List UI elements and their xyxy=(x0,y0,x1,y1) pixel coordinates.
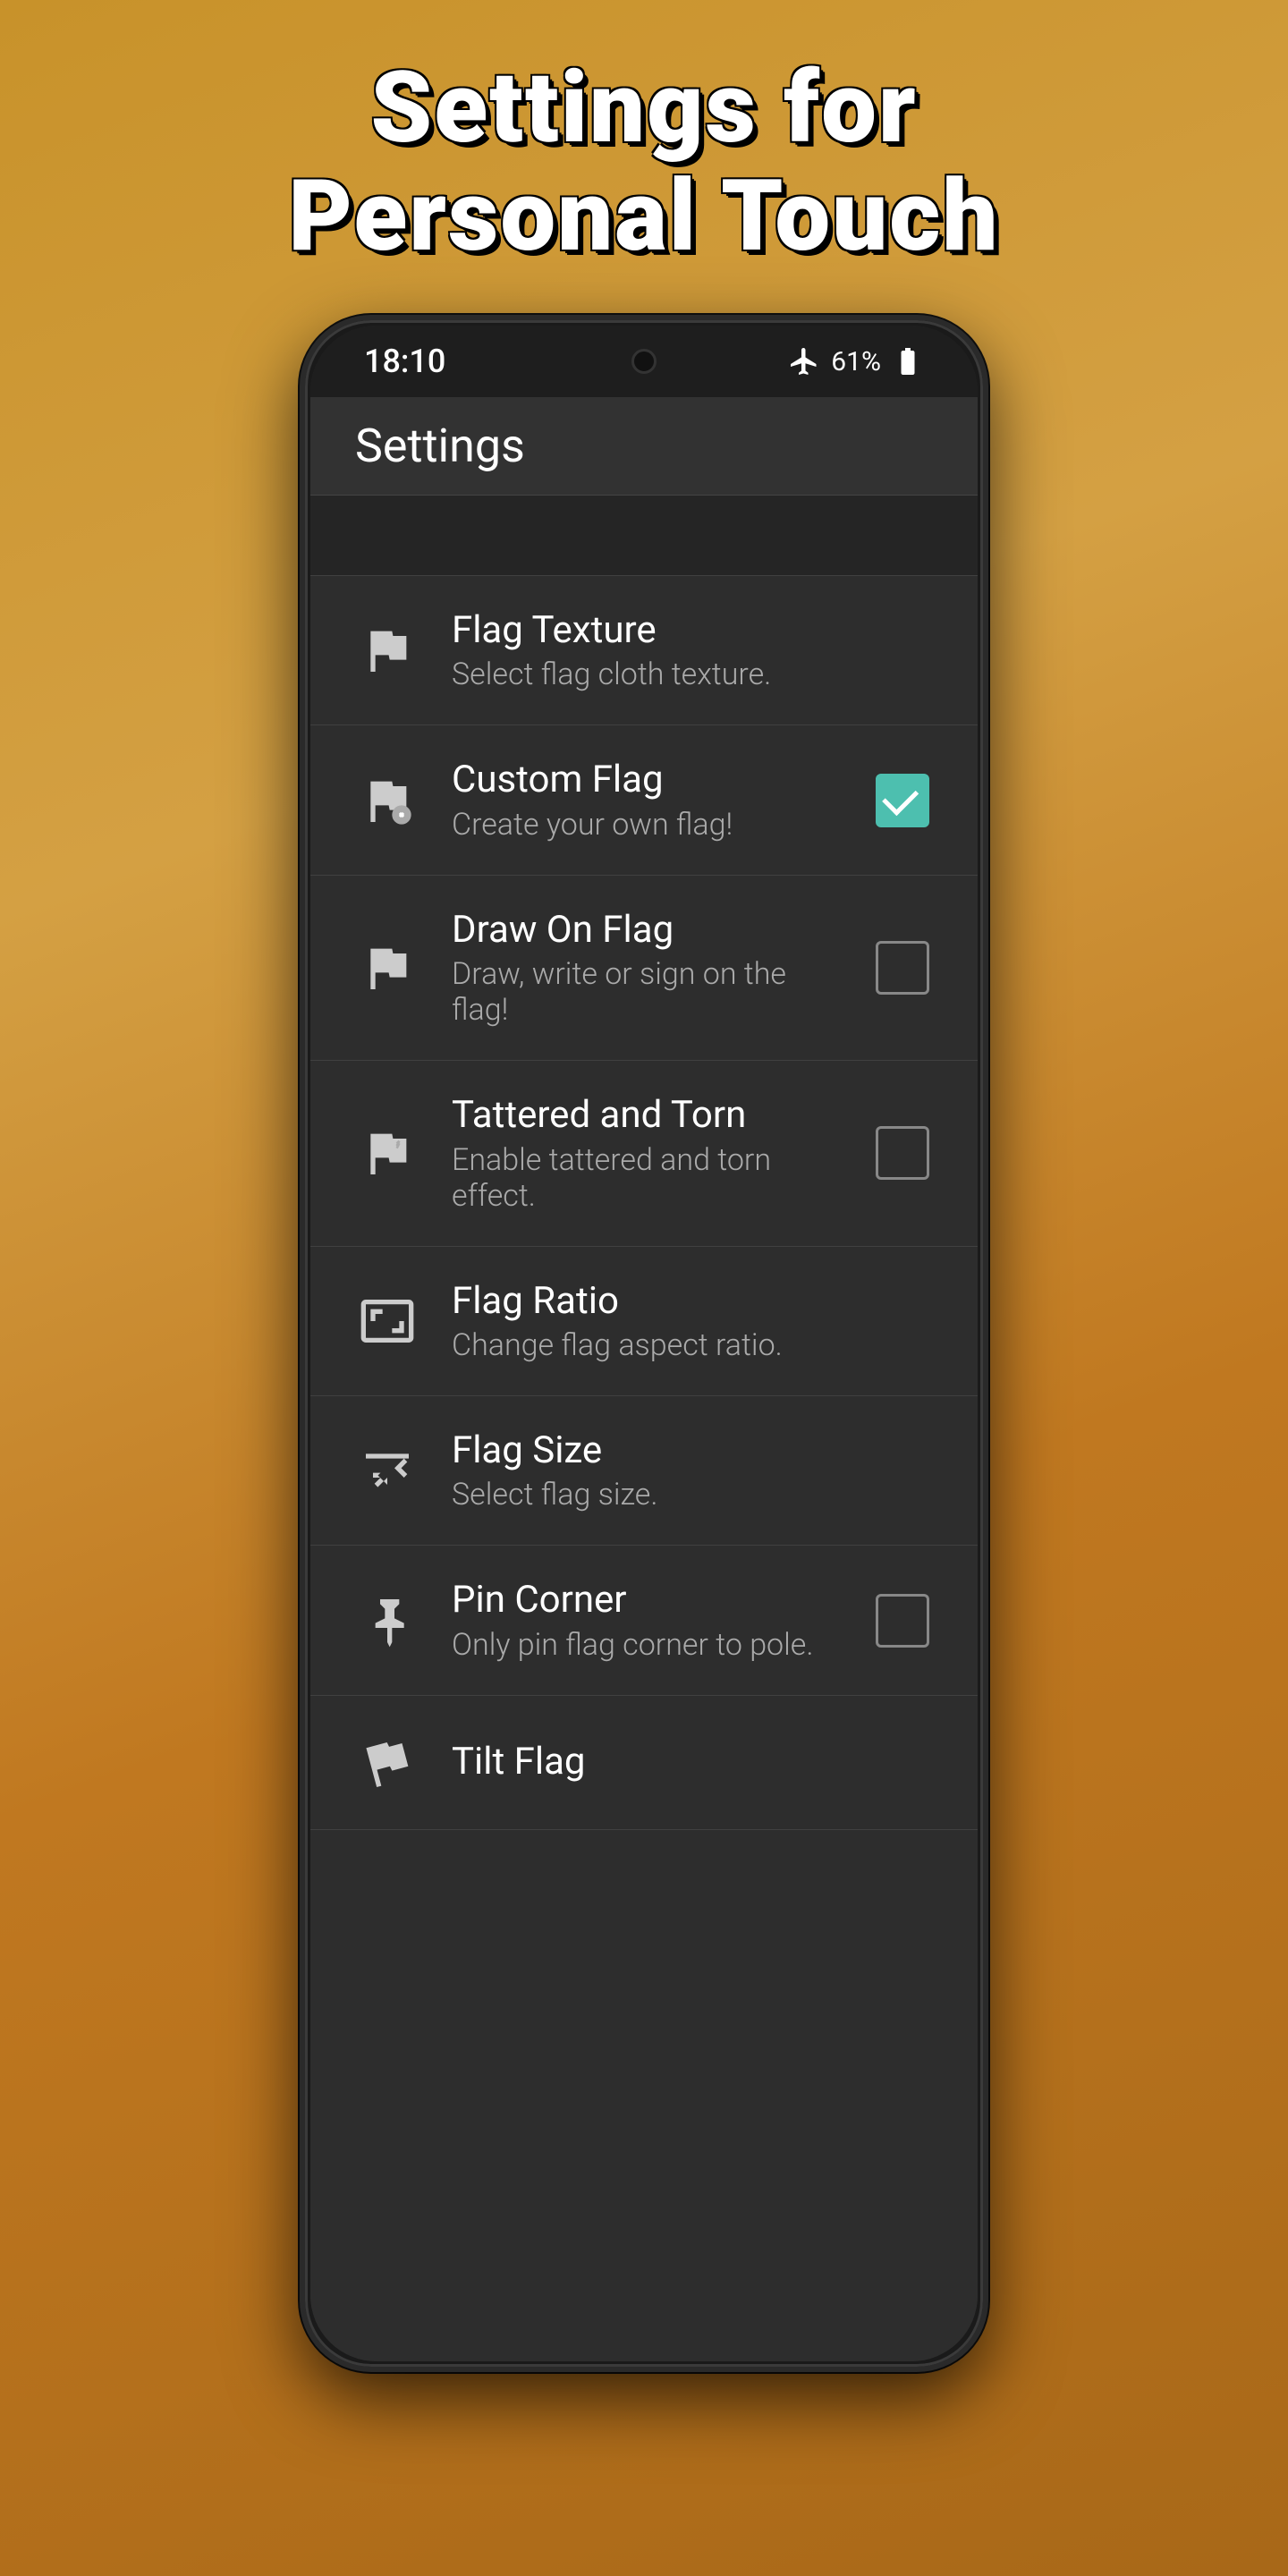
tilt-flag-text: Tilt Flag xyxy=(452,1740,933,1784)
settings-item-flag-size[interactable]: Flag Size Select flag size. xyxy=(310,1396,978,1546)
draw-flag-icon xyxy=(355,936,419,1000)
draw-flag-text: Draw On Flag Draw, write or sign on the … xyxy=(452,908,840,1028)
tattered-text: Tattered and Torn Enable tattered and to… xyxy=(452,1093,840,1213)
draw-flag-title: Draw On Flag xyxy=(452,908,840,953)
flag-ratio-subtitle: Change flag aspect ratio. xyxy=(452,1327,933,1363)
settings-item-tattered[interactable]: Tattered and Torn Enable tattered and to… xyxy=(310,1061,978,1246)
flag-size-subtitle: Select flag size. xyxy=(452,1477,933,1513)
pin-corner-text: Pin Corner Only pin flag corner to pole. xyxy=(452,1578,840,1662)
flag-size-icon xyxy=(355,1438,419,1503)
flag-texture-icon xyxy=(355,618,419,682)
settings-item-pin-corner[interactable]: Pin Corner Only pin flag corner to pole. xyxy=(310,1546,978,1695)
custom-flag-icon xyxy=(355,768,419,833)
settings-item-flag-ratio[interactable]: Flag Ratio Change flag aspect ratio. xyxy=(310,1247,978,1396)
settings-item-tilt-flag[interactable]: Tilt Flag xyxy=(310,1696,978,1830)
pin-corner-checkbox[interactable] xyxy=(876,1594,929,1648)
flag-ratio-icon xyxy=(355,1289,419,1353)
section-spacer xyxy=(310,496,978,576)
phone-wrapper: 18:10 61% Settings xyxy=(300,315,988,2372)
flag-size-text: Flag Size Select flag size. xyxy=(452,1428,933,1513)
camera-hole xyxy=(631,349,657,374)
status-icons: 61% xyxy=(788,345,924,377)
flag-ratio-text: Flag Ratio Change flag aspect ratio. xyxy=(452,1279,933,1363)
settings-item-draw-flag[interactable]: Draw On Flag Draw, write or sign on the … xyxy=(310,876,978,1061)
custom-flag-subtitle: Create your own flag! xyxy=(452,807,840,843)
settings-item-custom-flag[interactable]: Custom Flag Create your own flag! xyxy=(310,725,978,875)
app-bar-title: Settings xyxy=(355,419,525,473)
custom-flag-control[interactable] xyxy=(872,770,933,831)
page-title: Settings for Personal Touch xyxy=(288,54,999,270)
airplane-icon xyxy=(788,345,820,377)
tilt-flag-icon xyxy=(355,1730,419,1794)
flag-texture-subtitle: Select flag cloth texture. xyxy=(452,657,933,692)
tilt-flag-title: Tilt Flag xyxy=(452,1740,933,1784)
pin-corner-icon xyxy=(355,1589,419,1653)
phone-shell: 18:10 61% Settings xyxy=(300,315,988,2372)
tattered-control[interactable] xyxy=(872,1123,933,1183)
status-time: 18:10 xyxy=(364,343,445,380)
side-button xyxy=(983,857,988,964)
flag-texture-title: Flag Texture xyxy=(452,608,933,653)
settings-list[interactable]: Flag Texture Select flag cloth texture. xyxy=(310,496,978,2361)
battery-percent: 61% xyxy=(831,346,881,377)
battery-icon xyxy=(892,345,924,377)
status-bar: 18:10 61% xyxy=(310,326,978,397)
tattered-checkbox[interactable] xyxy=(876,1126,929,1180)
pin-corner-subtitle: Only pin flag corner to pole. xyxy=(452,1627,840,1663)
pin-corner-title: Pin Corner xyxy=(452,1578,840,1623)
settings-item-flag-texture[interactable]: Flag Texture Select flag cloth texture. xyxy=(310,576,978,725)
draw-flag-checkbox[interactable] xyxy=(876,941,929,995)
tattered-title: Tattered and Torn xyxy=(452,1093,840,1138)
custom-flag-checkbox[interactable] xyxy=(876,774,929,827)
flag-texture-text: Flag Texture Select flag cloth texture. xyxy=(452,608,933,692)
custom-flag-text: Custom Flag Create your own flag! xyxy=(452,758,840,842)
flag-ratio-title: Flag Ratio xyxy=(452,1279,933,1324)
tattered-subtitle: Enable tattered and torn effect. xyxy=(452,1142,840,1214)
tattered-flag-icon xyxy=(355,1121,419,1185)
pin-corner-control[interactable] xyxy=(872,1590,933,1651)
flag-size-title: Flag Size xyxy=(452,1428,933,1473)
draw-flag-subtitle: Draw, write or sign on the flag! xyxy=(452,956,840,1028)
app-bar: Settings xyxy=(310,397,978,496)
custom-flag-title: Custom Flag xyxy=(452,758,840,802)
phone-screen: 18:10 61% Settings xyxy=(310,326,978,2361)
draw-flag-control[interactable] xyxy=(872,937,933,998)
